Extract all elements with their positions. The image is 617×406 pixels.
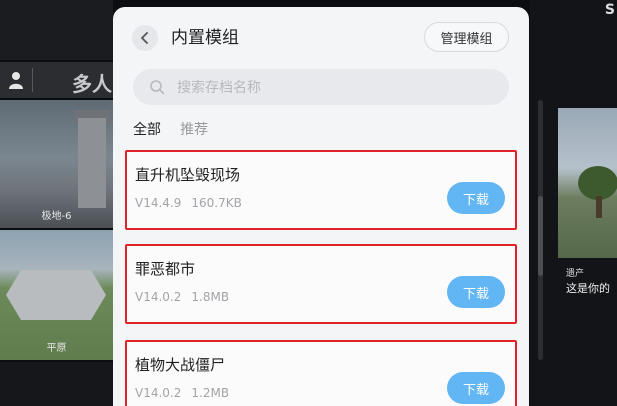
mod-name: 罪恶都市 <box>135 260 196 278</box>
tower-decoration <box>78 118 106 208</box>
download-button[interactable]: 下载 <box>447 182 505 214</box>
background-panel <box>0 362 113 406</box>
map-label: 平原 <box>46 343 67 354</box>
mod-card[interactable]: 罪恶都市 V14.0.2 1.8MB 下载 <box>125 244 517 324</box>
mod-meta: V14.4.9 160.7KB <box>135 196 242 210</box>
search-icon <box>150 80 165 95</box>
tree-decoration <box>596 196 602 218</box>
search-input[interactable] <box>175 75 479 101</box>
background-panel <box>0 0 113 60</box>
map-tag: 遗产 <box>566 269 585 279</box>
chevron-left-icon <box>141 32 148 44</box>
map-thumbnail-plain[interactable]: 平原 <box>0 230 113 360</box>
mod-card[interactable]: 直升机坠毁现场 V14.4.9 160.7KB 下载 <box>125 150 517 230</box>
divider <box>32 68 33 92</box>
mod-name: 直升机坠毁现场 <box>135 166 241 184</box>
mode-bar: 多人 <box>0 62 113 98</box>
right-panel: S 遗产 这是你的 <box>530 0 617 406</box>
manage-mods-button[interactable]: 管理模组 <box>424 22 509 52</box>
mod-meta: V14.0.2 1.8MB <box>135 290 229 304</box>
mod-card[interactable]: 植物大战僵尸 V14.0.2 1.2MB 下载 <box>125 340 517 406</box>
multiplayer-tab[interactable]: 多人 <box>72 68 112 97</box>
mod-meta: V14.0.2 1.2MB <box>135 386 229 400</box>
mod-size: 1.8MB <box>191 290 230 304</box>
mod-size: 1.2MB <box>191 386 230 400</box>
back-button[interactable] <box>132 25 158 51</box>
map-label: 极地-6 <box>41 211 72 222</box>
mod-version: V14.0.2 <box>135 290 182 304</box>
user-icon[interactable] <box>6 70 26 90</box>
dialog-title: 内置模组 <box>171 28 239 48</box>
search-bar[interactable] <box>133 69 509 105</box>
platform-decoration <box>6 270 106 320</box>
mod-size: 160.7KB <box>191 196 242 210</box>
download-button[interactable]: 下载 <box>447 372 505 404</box>
download-button[interactable]: 下载 <box>447 276 505 308</box>
map-caption: 这是你的 <box>566 282 610 295</box>
map-thumbnail-legacy[interactable] <box>558 108 617 258</box>
mod-version: V14.4.9 <box>135 196 182 210</box>
tab-bar: 全部 推荐 <box>133 119 222 139</box>
builtin-mods-dialog: 内置模组 管理模组 全部 推荐 直升机坠毁现场 V14.4.9 160.7KB 下… <box>113 7 529 406</box>
mod-name: 植物大战僵尸 <box>135 356 226 374</box>
tab-all[interactable]: 全部 <box>133 119 161 139</box>
corner-logo: S <box>604 2 615 18</box>
tab-recommended[interactable]: 推荐 <box>180 119 208 139</box>
scrollbar-thumb[interactable] <box>538 196 543 276</box>
map-thumbnail-polar[interactable]: 极地-6 <box>0 100 113 228</box>
tree-decoration <box>578 166 617 200</box>
mod-version: V14.0.2 <box>135 386 182 400</box>
